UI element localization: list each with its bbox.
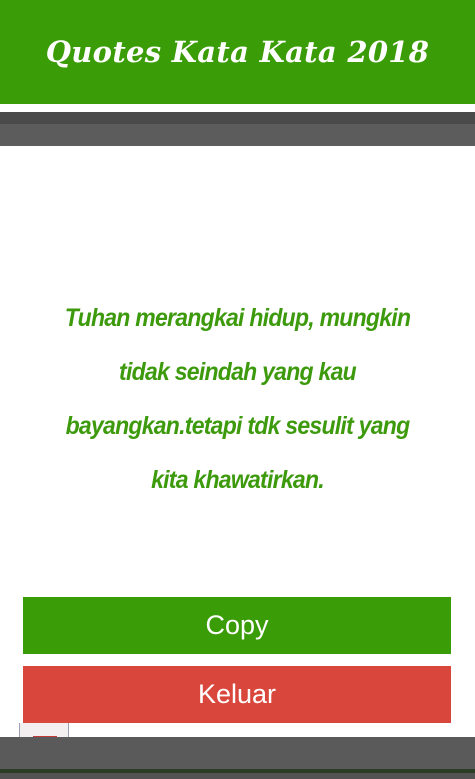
divider-bar-dark (0, 112, 475, 124)
exit-button[interactable]: Keluar (23, 666, 451, 723)
copy-button[interactable]: Copy (23, 597, 451, 654)
quote-text: Tuhan merangkai hidup, mungkin tidak sei… (64, 304, 411, 494)
footer-bottom (0, 773, 475, 779)
app-header: Quotes Kata Kata 2018 (0, 0, 475, 104)
divider-bar (0, 124, 475, 146)
footer-bar (0, 737, 475, 769)
header-gap (0, 104, 475, 112)
app-title: Quotes Kata Kata 2018 (45, 35, 430, 69)
